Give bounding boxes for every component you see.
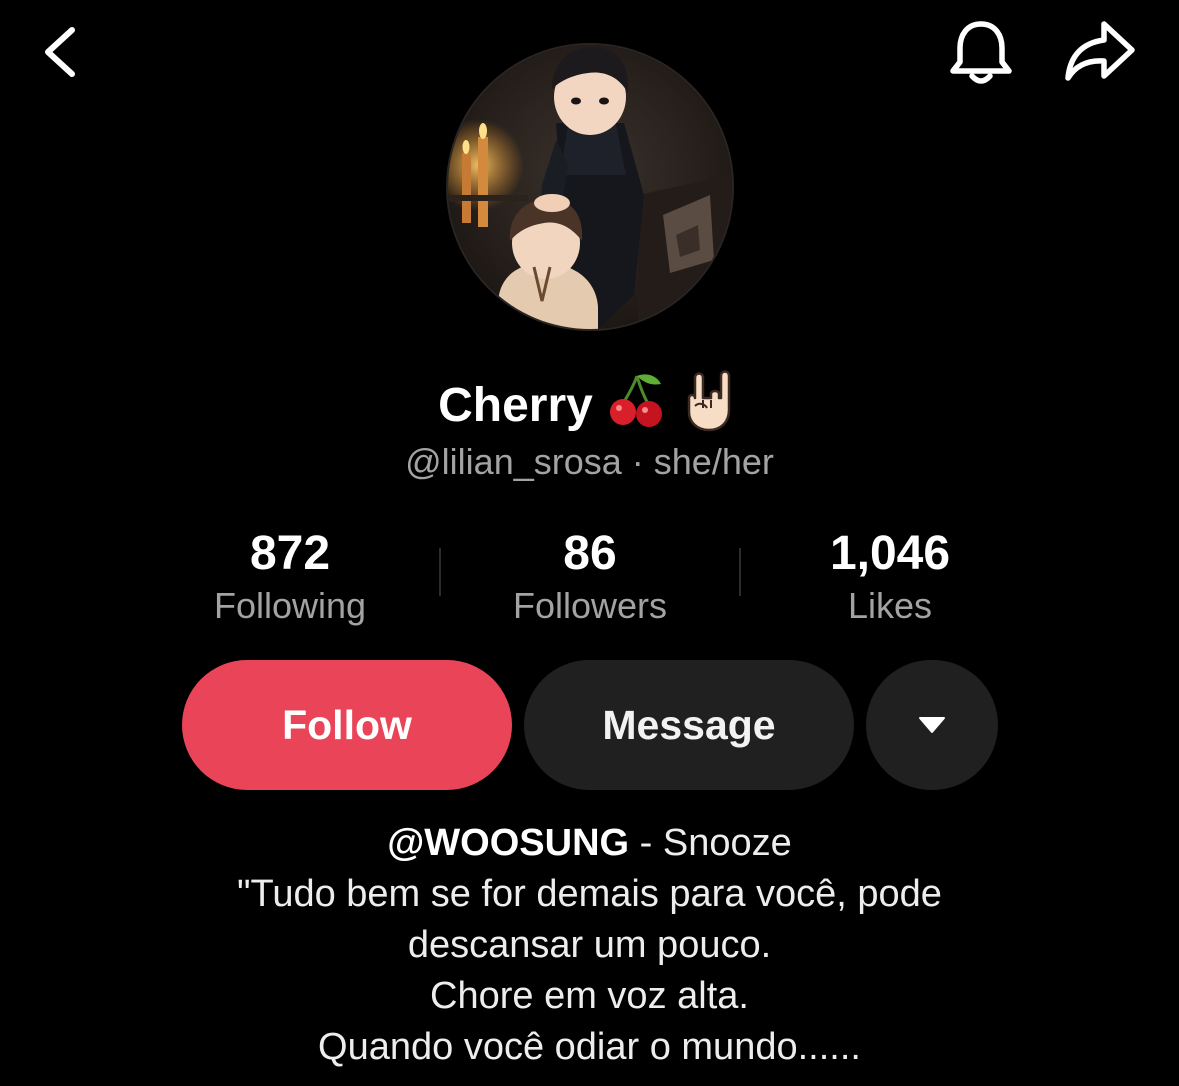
bio-line: "Tudo bem se for demais para você, pode [237,873,942,915]
bio-line: Chore em voz alta. [430,975,749,1017]
followers-label: Followers [512,585,668,626]
username: @lilian_srosa [405,441,622,482]
bio-line: Quando você odiar o mundo...... [318,1026,861,1068]
pronouns: she/her [653,441,774,482]
back-button[interactable] [38,24,84,80]
share-arrow-icon [1065,21,1135,81]
caret-down-icon [919,717,945,733]
stat-likes[interactable]: 1,046 Likes [740,524,1040,628]
display-name: Cherry [438,379,593,433]
stat-following[interactable]: 872 Following [140,524,440,628]
separator: · [631,441,644,482]
bio-line: descansar um pouco. [407,924,772,966]
cherry-emoji [607,370,667,447]
bell-icon [950,21,1012,84]
bio-mention-suffix: - Snooze [629,822,792,864]
follow-button-label: Follow [282,701,412,748]
username-row: @lilian_srosa · she/her [0,438,1179,486]
likes-count: 1,046 [829,527,951,580]
followers-count: 86 [563,527,617,580]
display-name-row: Cherry [0,368,1179,449]
chevron-left-icon [45,27,75,77]
bio: @WOOSUNG - Snooze "Tudo bem se for demai… [0,818,1179,1073]
following-label: Following [213,585,367,626]
message-button-label: Message [602,701,776,748]
likes-label: Likes [847,585,933,626]
notification-button[interactable] [946,18,1016,88]
follow-button[interactable]: Follow [182,660,512,790]
rock-hand-emoji [681,368,741,449]
following-count: 872 [249,527,331,580]
stat-followers[interactable]: 86 Followers [440,524,740,628]
avatar[interactable] [446,43,734,331]
share-button[interactable] [1062,18,1138,84]
suggested-accounts-button[interactable] [866,660,998,790]
message-button[interactable]: Message [524,660,854,790]
avatar-illustration [448,45,732,329]
bio-mention-link[interactable]: @WOOSUNG [387,822,629,864]
bio-first-line: @WOOSUNG - Snooze [0,818,1179,869]
